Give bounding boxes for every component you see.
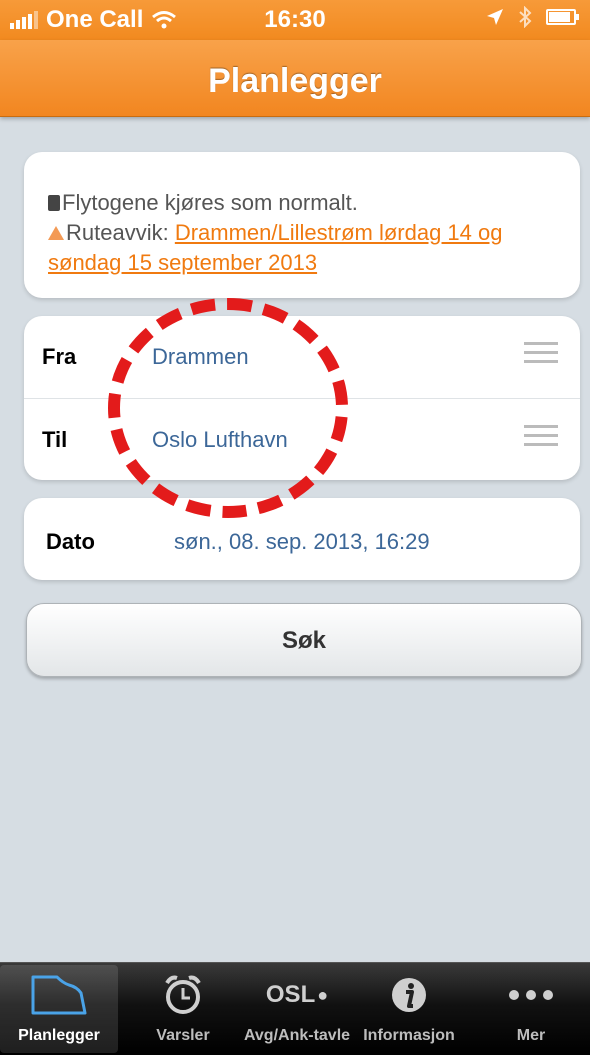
page-title: Planlegger: [208, 62, 382, 100]
tab-informasjon[interactable]: Informasjon: [350, 965, 468, 1053]
info-icon: [350, 973, 468, 1017]
tab-label: Mer: [516, 1027, 546, 1044]
tab-mer[interactable]: Mer: [472, 965, 590, 1053]
date-label: Dato: [46, 529, 95, 554]
annotation-circle: [108, 298, 348, 518]
navigation-bar: Planlegger: [0, 40, 590, 117]
status-right: [486, 6, 579, 28]
from-label: Fra: [42, 344, 77, 369]
notice-deviation-label: Ruteavvik:: [66, 220, 175, 245]
status-bar: One Call 16:30: [0, 0, 590, 40]
tab-bar: Planlegger Varsler OSL ● Avg/Ank-tavle In…: [0, 962, 590, 1055]
tab-label: Planlegger: [18, 1027, 100, 1044]
osl-logo-icon: OSL ●: [265, 981, 329, 1008]
tab-label: Informasjon: [363, 1027, 455, 1044]
tab-planlegger[interactable]: Planlegger: [0, 965, 118, 1053]
search-button[interactable]: Søk: [26, 603, 582, 677]
bluetooth-icon: [519, 6, 532, 28]
alarm-clock-icon: [124, 973, 242, 1017]
more-dots-icon: [472, 973, 590, 1017]
date-value[interactable]: søn., 08. sep. 2013, 16:29: [174, 529, 430, 555]
date-card[interactable]: Dato søn., 08. sep. 2013, 16:29: [24, 498, 580, 580]
warning-icon: [48, 226, 64, 240]
battery-icon: [546, 9, 579, 25]
train-status-icon: [48, 195, 60, 211]
tab-label: Varsler: [156, 1027, 210, 1044]
service-notice-card: Flytogene kjøres som normalt. Ruteavvik:…: [24, 152, 580, 298]
planner-icon: [0, 973, 118, 1017]
notice-normal-text: Flytogene kjøres som normalt.: [62, 190, 358, 215]
reorder-handle-icon[interactable]: [524, 342, 558, 374]
battery-fill: [549, 12, 570, 22]
tab-label: Avg/Ank-tavle: [243, 1027, 351, 1044]
tab-avg-ank-tavle[interactable]: OSL ● Avg/Ank-tavle: [238, 965, 356, 1053]
notice-text: Flytogene kjøres som normalt. Ruteavvik:…: [48, 188, 556, 278]
tab-varsler[interactable]: Varsler: [124, 965, 242, 1053]
to-label: Til: [42, 427, 68, 452]
search-button-label: Søk: [281, 627, 326, 654]
location-arrow-icon: [487, 9, 503, 25]
reorder-handle-icon[interactable]: [524, 425, 558, 457]
